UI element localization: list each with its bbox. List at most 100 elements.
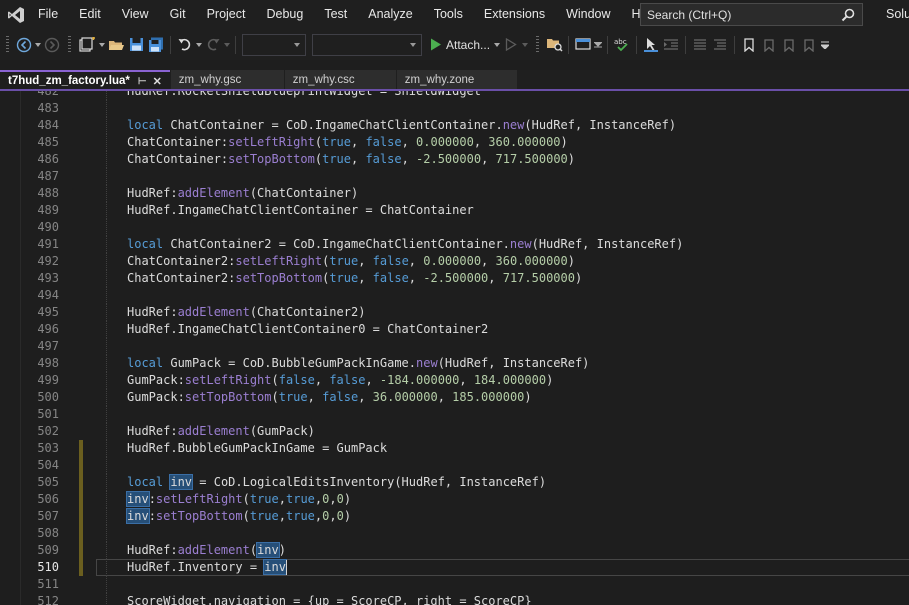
code-text[interactable]: HudRef:addElement(ChatContainer) — [127, 185, 358, 202]
code-text[interactable]: GumPack:setLeftRight(false, false, -184.… — [127, 372, 553, 389]
line-number[interactable]: 493 — [20, 270, 59, 287]
chevron-down-icon[interactable] — [195, 34, 203, 56]
line-number[interactable]: 509 — [20, 542, 59, 559]
uncomment-icon[interactable] — [710, 34, 730, 56]
solution-name-label[interactable]: Solu — [886, 0, 909, 29]
line-number[interactable]: 499 — [20, 372, 59, 389]
chevron-down-icon[interactable] — [223, 34, 231, 56]
code-line[interactable]: 484 local ChatContainer = CoD.IngameChatC… — [0, 117, 909, 134]
line-number[interactable]: 495 — [20, 304, 59, 321]
code-line[interactable]: 487 — [0, 168, 909, 185]
browse-icon[interactable] — [544, 34, 564, 56]
line-number[interactable]: 506 — [20, 491, 59, 508]
menu-extensions[interactable]: Extensions — [474, 0, 556, 29]
code-line[interactable]: 492 ChatContainer2:setLeftRight(true, fal… — [0, 253, 909, 270]
chevron-down-icon[interactable] — [98, 34, 106, 56]
toolbar-grip[interactable] — [68, 35, 71, 54]
code-text[interactable]: HudRef.BubbleGumPackInGame = GumPack — [127, 440, 387, 457]
tab-zm-why-gsc[interactable]: zm_why.gsc — [170, 70, 284, 90]
tab-t7hud-zm-factory[interactable]: t7hud_zm_factory.lua* ⊢ ✕ — [0, 70, 170, 90]
toolbar-grip[interactable] — [6, 35, 9, 54]
visual-studio-logo-icon[interactable] — [6, 5, 26, 25]
code-line[interactable]: 508 — [0, 525, 909, 542]
line-number[interactable]: 505 — [20, 474, 59, 491]
code-text[interactable]: ChatContainer2:setTopBottom(true, false,… — [127, 270, 582, 287]
line-number[interactable]: 489 — [20, 202, 59, 219]
code-text[interactable]: HudRef:addElement(GumPack) — [127, 423, 315, 440]
code-line[interactable]: 504 — [0, 457, 909, 474]
start-without-debug-icon[interactable] — [502, 34, 520, 56]
bookmark-icon[interactable] — [739, 34, 759, 56]
line-number[interactable]: 496 — [20, 321, 59, 338]
code-line[interactable]: 489 HudRef.IngameChatClientContainer = Ch… — [0, 202, 909, 219]
code-text[interactable]: ChatContainer:setLeftRight(true, false, … — [127, 134, 568, 151]
line-number[interactable]: 485 — [20, 134, 59, 151]
tab-zm-why-csc[interactable]: zm_why.csc — [284, 70, 396, 90]
code-text[interactable]: HudRef.Inventory = inv — [127, 559, 287, 576]
save-icon[interactable] — [126, 34, 146, 56]
code-text[interactable]: inv:setTopBottom(true,true,0,0) — [126, 508, 351, 525]
line-number[interactable]: 502 — [20, 423, 59, 440]
menu-file[interactable]: File — [36, 0, 69, 29]
code-text[interactable]: local ChatContainer = CoD.IngameChatClie… — [127, 117, 676, 134]
code-text[interactable]: HudRef.IngameChatClientContainer = ChatC… — [127, 202, 474, 219]
code-line[interactable]: 499 GumPack:setLeftRight(false, false, -1… — [0, 372, 909, 389]
menu-edit[interactable]: Edit — [69, 0, 112, 29]
code-text[interactable]: inv:setLeftRight(true,true,0,0) — [126, 491, 351, 508]
close-icon[interactable]: ✕ — [153, 75, 162, 88]
line-number[interactable]: 510 — [20, 559, 59, 576]
code-line[interactable]: 493 ChatContainer2:setTopBottom(true, fal… — [0, 270, 909, 287]
line-number[interactable]: 504 — [20, 457, 59, 474]
line-number[interactable]: 494 — [20, 287, 59, 304]
chevron-down-icon[interactable] — [34, 34, 42, 56]
code-line[interactable]: 494 — [0, 287, 909, 304]
code-line[interactable]: 495 HudRef:addElement(ChatContainer2) — [0, 304, 909, 321]
cursor-icon[interactable] — [641, 34, 661, 56]
toolbar-overflow-icon[interactable] — [819, 34, 831, 56]
line-number[interactable]: 487 — [20, 168, 59, 185]
previous-bookmark-icon[interactable] — [759, 34, 779, 56]
new-project-icon[interactable] — [76, 34, 98, 56]
menu-git[interactable]: Git — [160, 0, 197, 29]
chevron-down-icon[interactable] — [520, 34, 530, 56]
code-line[interactable]: 505 local inv = CoD.LogicalEditsInventory… — [0, 474, 909, 491]
menu-project[interactable]: Project — [197, 0, 257, 29]
back-icon[interactable] — [14, 34, 34, 56]
code-text[interactable]: HudRef.IngameChatClientContainer0 = Chat… — [127, 321, 488, 338]
line-number[interactable]: 483 — [20, 100, 59, 117]
code-text[interactable]: ChatContainer2:setLeftRight(true, false,… — [127, 253, 575, 270]
code-line[interactable]: 512 ScoreWidget.navigation = {up = ScoreC… — [0, 593, 909, 605]
line-number[interactable]: 497 — [20, 338, 59, 355]
code-line[interactable]: 496 HudRef.IngameChatClientContainer0 = C… — [0, 321, 909, 338]
next-bookmark-icon[interactable] — [779, 34, 799, 56]
menu-debug[interactable]: Debug — [256, 0, 314, 29]
redo-icon[interactable] — [203, 34, 223, 56]
search-box[interactable]: Search (Ctrl+Q) — [640, 3, 863, 26]
line-number[interactable]: 482 — [20, 91, 59, 100]
code-line[interactable]: 510 HudRef.Inventory = inv — [0, 559, 909, 576]
toolbar-grip[interactable] — [536, 35, 540, 54]
code-line[interactable]: 507 inv:setTopBottom(true,true,0,0) — [0, 508, 909, 525]
menu-tools[interactable]: Tools — [424, 0, 474, 29]
save-all-icon[interactable] — [146, 34, 166, 56]
code-text[interactable]: ScoreWidget.navigation = {up = ScoreCP, … — [127, 593, 532, 605]
line-number[interactable]: 507 — [20, 508, 59, 525]
code-text[interactable]: local inv = CoD.LogicalEditsInventory(Hu… — [127, 474, 546, 491]
comment-icon[interactable] — [690, 34, 710, 56]
code-line[interactable]: 506 inv:setLeftRight(true,true,0,0) — [0, 491, 909, 508]
code-editor[interactable]: 482 HudRef.RocketShieldBlueprintWidget = … — [0, 91, 909, 605]
chevron-down-icon[interactable] — [593, 34, 603, 56]
search-icon[interactable] — [840, 7, 856, 23]
code-line[interactable]: 482 HudRef.RocketShieldBlueprintWidget = … — [0, 91, 909, 100]
code-text[interactable]: GumPack:setTopBottom(true, false, 36.000… — [127, 389, 532, 406]
solution-platform-dropdown[interactable] — [312, 33, 422, 56]
code-line[interactable]: 500 GumPack:setTopBottom(true, false, 36.… — [0, 389, 909, 406]
line-number[interactable]: 508 — [20, 525, 59, 542]
code-line[interactable]: 483 — [0, 100, 909, 117]
search-input[interactable]: Search (Ctrl+Q) — [641, 8, 840, 22]
code-line[interactable]: 509 HudRef:addElement(inv) — [0, 542, 909, 559]
pin-icon[interactable]: ⊢ — [138, 76, 147, 87]
undo-icon[interactable] — [175, 34, 195, 56]
line-number[interactable]: 490 — [20, 219, 59, 236]
code-line[interactable]: 486 ChatContainer:setTopBottom(true, fals… — [0, 151, 909, 168]
